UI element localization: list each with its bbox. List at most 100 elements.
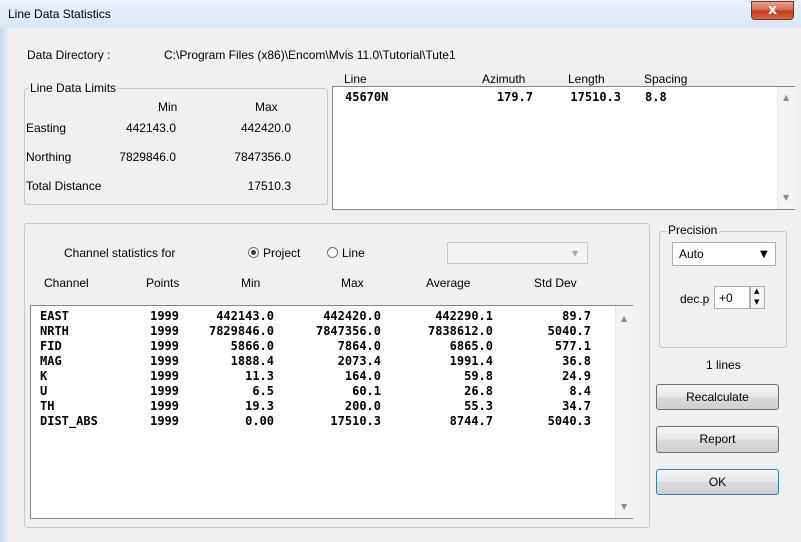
precision-legend: Precision <box>666 223 720 237</box>
line-select-arrow-icon[interactable]: ▼ <box>572 249 578 258</box>
report-button[interactable]: Report <box>656 426 779 453</box>
title-bar[interactable]: Line Data Statistics x <box>0 0 801 29</box>
line-data-limits-legend: Line Data Limits <box>28 81 119 95</box>
cell-min: 5866.0 <box>230 339 274 353</box>
cell-average: 55.3 <box>464 399 493 413</box>
cell-stddev: 36.8 <box>562 354 591 368</box>
total-distance-value: 17510.3 <box>247 179 291 193</box>
cell-min: 1888.4 <box>230 354 274 368</box>
cell-stddev: 577.1 <box>554 339 591 353</box>
easting-max: 442420.0 <box>240 121 291 135</box>
cell-points: 1999 <box>150 414 179 428</box>
northing-max: 7847356.0 <box>234 150 291 164</box>
easting-label: Easting <box>26 121 67 135</box>
scroll-up-icon[interactable]: ▲ <box>783 93 789 102</box>
cell-channel: K <box>40 369 48 383</box>
scroll-down-icon[interactable]: ▼ <box>783 193 789 202</box>
cell-average: 442290.1 <box>435 309 493 323</box>
channel-stats-for-label: Channel statistics for <box>64 246 176 260</box>
spin-up-icon[interactable]: ▲ <box>754 287 759 295</box>
window-title: Line Data Statistics <box>8 7 111 21</box>
precision-dropdown-arrow-icon[interactable]: ▼ <box>760 249 768 260</box>
recalculate-button[interactable]: Recalculate <box>656 384 779 410</box>
cell-points: 1999 <box>150 384 179 398</box>
cell-points: 1999 <box>150 369 179 383</box>
lines-header-length: Length <box>568 72 605 86</box>
channel-header: Channel <box>44 276 89 290</box>
data-directory-label: Data Directory : <box>27 48 111 62</box>
lines-row-azimuth[interactable]: 179.7 <box>463 90 533 104</box>
cell-stddev: 24.9 <box>562 369 591 383</box>
line-select-combo[interactable]: ▼ <box>447 242 588 264</box>
cell-average: 6865.0 <box>449 339 493 353</box>
lines-header-spacing: Spacing <box>644 72 688 86</box>
cell-channel: TH <box>40 399 55 413</box>
line-count-label: 1 lines <box>706 358 741 372</box>
cell-stddev: 5040.7 <box>547 324 591 338</box>
average-header: Average <box>426 276 471 290</box>
close-icon: x <box>767 2 778 18</box>
cell-stddev: 8.4 <box>569 384 591 398</box>
cell-points: 1999 <box>150 399 179 413</box>
lines-header-azimuth: Azimuth <box>482 72 526 86</box>
cell-stddev: 34.7 <box>562 399 591 413</box>
cell-points: 1999 <box>150 324 179 338</box>
cell-average: 7838612.0 <box>427 324 493 338</box>
cell-average: 59.8 <box>464 369 493 383</box>
cell-channel: NRTH <box>40 324 69 338</box>
northing-min: 7829846.0 <box>119 150 176 164</box>
precision-mode-value: Auto <box>679 247 704 261</box>
lines-row-line[interactable]: 45670N <box>345 90 388 104</box>
ok-button[interactable]: OK <box>656 469 779 495</box>
decp-input[interactable]: +0 <box>714 286 750 309</box>
cell-points: 1999 <box>150 354 179 368</box>
lines-row-length[interactable]: 17510.3 <box>543 90 621 104</box>
precision-mode-combo[interactable]: Auto ▼ <box>672 242 776 266</box>
lines-listbox[interactable]: 45670N 179.7 17510.3 8.8 ▲ ▼ <box>332 86 795 210</box>
dialog-body: Data Directory : C:\Program Files (x86)\… <box>8 28 801 542</box>
scroll-up-icon[interactable]: ▲ <box>621 314 627 323</box>
lines-row-spacing[interactable]: 8.8 <box>645 90 667 104</box>
cell-stddev: 89.7 <box>562 309 591 323</box>
easting-min: 442143.0 <box>125 121 176 135</box>
cell-average: 1991.4 <box>449 354 493 368</box>
cell-max: 17510.3 <box>330 414 381 428</box>
radio-line-label[interactable]: Line <box>342 246 365 260</box>
lines-scrollbar[interactable]: ▲ ▼ <box>777 87 795 209</box>
limits-max-header: Max <box>255 100 278 114</box>
decp-spinner[interactable]: ▲ ▼ <box>750 286 765 309</box>
max-header: Max <box>341 276 364 290</box>
cell-min: 0.00 <box>245 414 274 428</box>
cell-max: 2073.4 <box>337 354 381 368</box>
cell-stddev: 5040.3 <box>547 414 591 428</box>
cell-max: 7847356.0 <box>315 324 381 338</box>
channel-scrollbar[interactable]: ▲ ▼ <box>615 306 633 518</box>
cell-average: 8744.7 <box>449 414 493 428</box>
cell-channel: MAG <box>40 354 62 368</box>
spin-down-icon[interactable]: ▼ <box>754 298 759 306</box>
decp-label: dec.p <box>680 292 710 306</box>
radio-line[interactable] <box>327 247 338 258</box>
cell-min: 7829846.0 <box>208 324 274 338</box>
decp-value[interactable]: +0 <box>719 291 733 305</box>
cell-min: 442143.0 <box>216 309 274 323</box>
radio-project[interactable] <box>248 247 259 258</box>
cell-channel: FID <box>40 339 62 353</box>
limits-min-header: Min <box>158 100 178 114</box>
cell-min: 6.5 <box>252 384 274 398</box>
cell-channel: U <box>40 384 48 398</box>
channel-stats-listbox[interactable]: EAST 1999 442143.0 442420.0 442290.1 89.… <box>30 305 633 519</box>
lines-header-line: Line <box>344 72 367 86</box>
close-button[interactable]: x <box>751 1 794 20</box>
stddev-header: Std Dev <box>534 276 577 290</box>
cell-average: 26.8 <box>464 384 493 398</box>
min-header: Min <box>241 276 261 290</box>
cell-max: 7864.0 <box>337 339 381 353</box>
radio-project-label[interactable]: Project <box>263 246 300 260</box>
cell-points: 1999 <box>150 339 179 353</box>
dialog-window: Line Data Statistics x Data Directory : … <box>0 0 801 542</box>
cell-channel: EAST <box>40 309 69 323</box>
total-distance-label: Total Distance <box>26 179 102 193</box>
scroll-down-icon[interactable]: ▼ <box>621 502 627 511</box>
cell-points: 1999 <box>150 309 179 323</box>
